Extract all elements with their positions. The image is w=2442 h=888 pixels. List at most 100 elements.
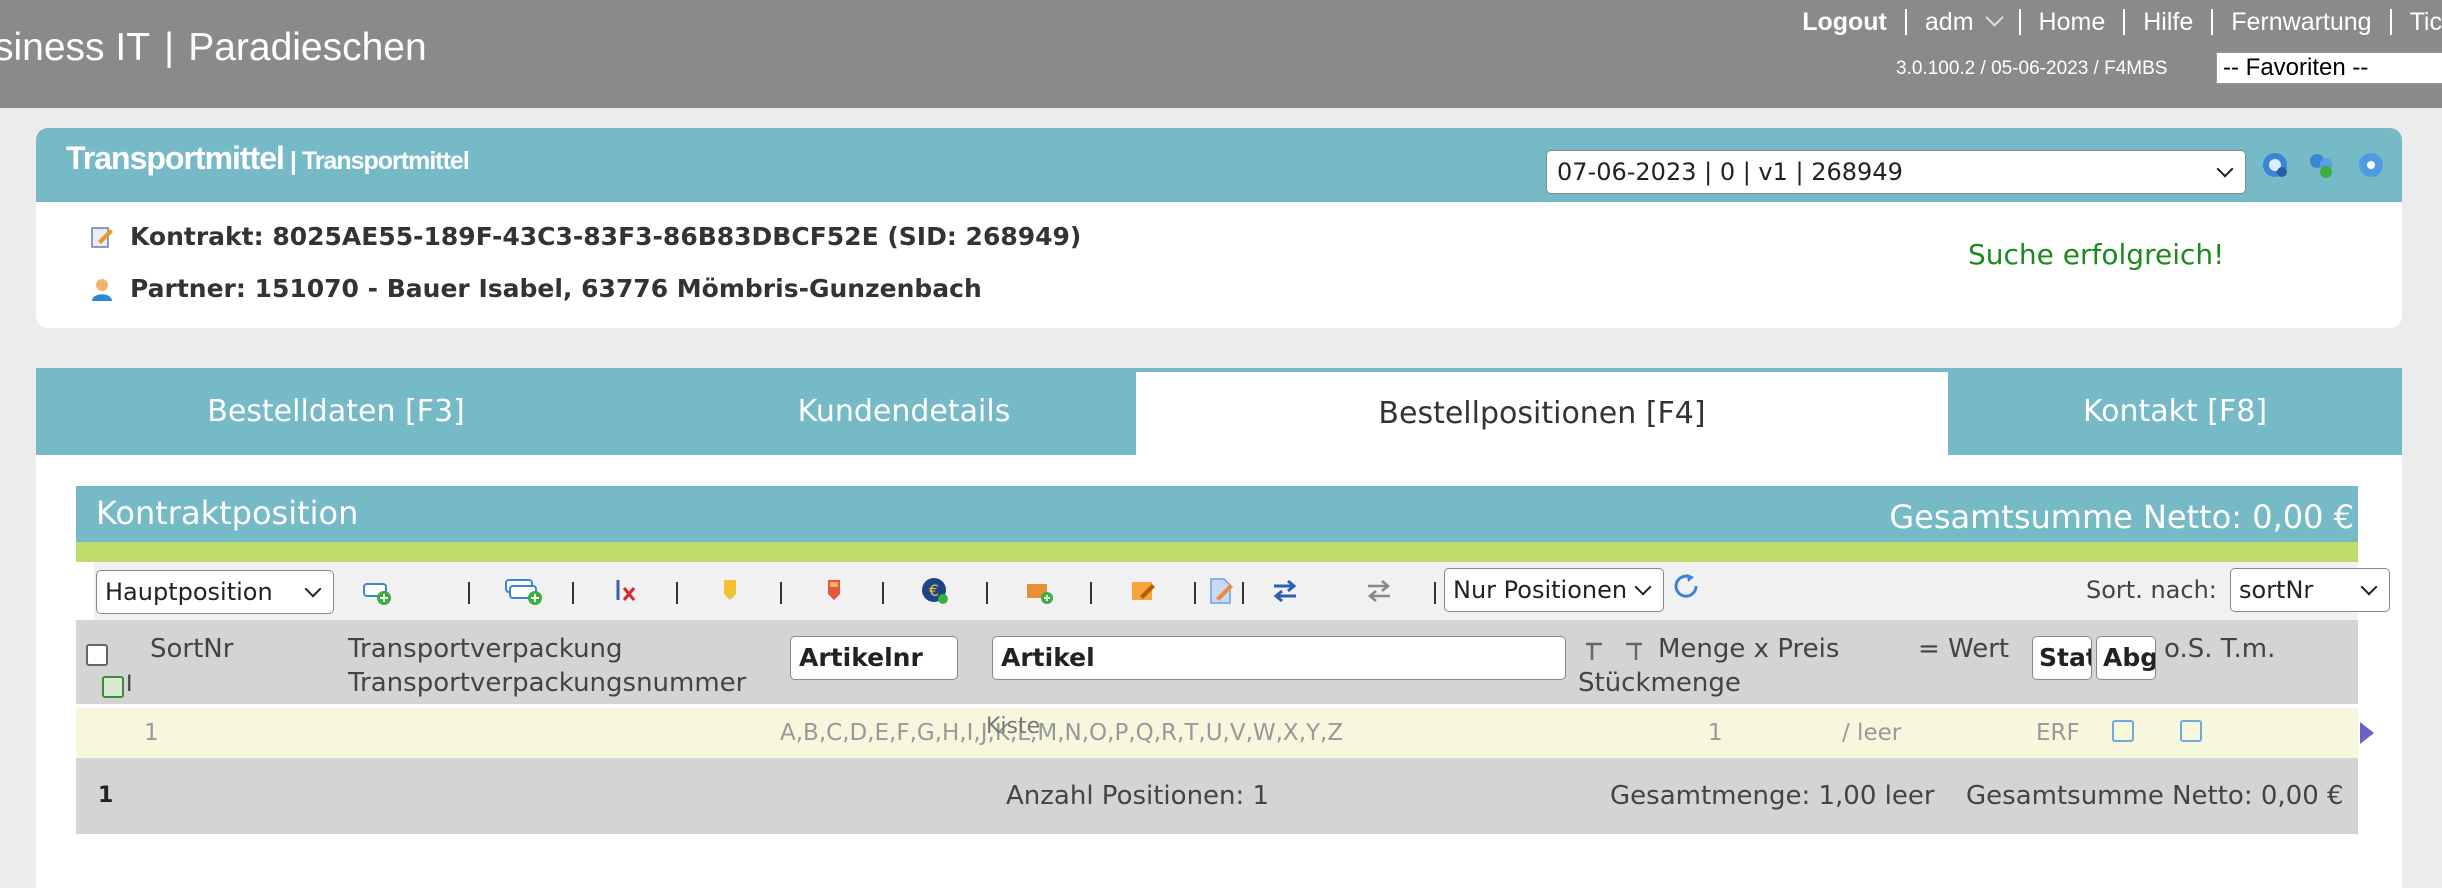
row-flag: I <box>126 672 133 697</box>
user-menu[interactable]: adm <box>1907 8 2019 37</box>
row-checkbox-os[interactable] <box>2112 720 2134 742</box>
swap-arrows-icon[interactable] <box>1270 576 1300 606</box>
filter-select[interactable]: Nur Positionen <box>1444 568 1664 612</box>
expand-row-icon[interactable] <box>2360 722 2374 744</box>
toolbar-divider <box>1242 582 1244 604</box>
disc-icon[interactable] <box>2356 150 2386 180</box>
abg-filter-input[interactable]: Abg <box>2096 636 2156 680</box>
add-position-icon[interactable] <box>362 576 392 606</box>
add-multiple-positions-icon[interactable] <box>504 576 544 606</box>
tag-yellow-icon[interactable] <box>716 576 746 606</box>
user-name: adm <box>1924 7 1974 36</box>
refresh-icon[interactable] <box>1672 572 1702 602</box>
help-link[interactable]: Hilfe <box>2125 8 2211 37</box>
home-link[interactable]: Home <box>2021 8 2124 37</box>
row-status: ERF <box>2036 720 2080 746</box>
panel-header: Kontraktposition Gesamtsumme Netto: 0,00… <box>76 486 2358 542</box>
article-filter-input[interactable]: Artikel <box>992 636 1566 680</box>
table-header: I SortNr Transportverpackung Transportve… <box>76 620 2358 704</box>
filter-select-value: Nur Positionen <box>1453 576 1628 604</box>
version-select-value: 07-06-2023 | 0 | v1 | 268949 <box>1557 158 1903 186</box>
tab-kundendetails[interactable]: Kundendetails <box>636 368 1172 455</box>
box-add-icon[interactable] <box>1024 576 1054 606</box>
sort-label: Sort. nach: <box>2086 576 2217 604</box>
page-title-separator: | <box>283 147 302 175</box>
contract-id: Kontrakt: 8025AE55-189F-43C3-83F3-86B83D… <box>130 222 1082 251</box>
brand-right: Paradieschen <box>188 26 427 69</box>
price-euro-icon[interactable]: € <box>920 576 950 606</box>
row-checkbox-tm[interactable] <box>2180 720 2202 742</box>
toolbar-divider <box>468 582 470 604</box>
table-row[interactable]: 1 A,B,C,D,E,F,G,H,I,J,K,L,M,N,O,P,Q,R,T,… <box>76 708 2374 758</box>
toolbar: Hauptposition € Nur Positionen Sort. nac… <box>94 562 2390 622</box>
position-type-value: Hauptposition <box>105 578 273 606</box>
refresh-search-icon[interactable] <box>2260 150 2290 180</box>
col-sortnr[interactable]: SortNr <box>150 634 233 664</box>
person-icon <box>92 278 112 301</box>
brand-left: siness IT <box>0 26 151 69</box>
tab-bestellpositionen[interactable]: Bestellpositionen [F4] <box>1136 372 1948 455</box>
status-filter-input[interactable]: Stat <box>2032 636 2092 680</box>
footer-positions: Anzahl Positionen: 1 <box>1006 781 1270 811</box>
page-title: Transportmittel | Transportmittel <box>66 140 470 177</box>
table-footer: 1 Anzahl Positionen: 1 Gesamtmenge: 1,00… <box>76 758 2358 834</box>
settings-check-icon[interactable] <box>2306 150 2336 180</box>
tickets-link[interactable]: Tic <box>2392 8 2442 37</box>
toolbar-divider <box>882 582 884 604</box>
tab-kontakt[interactable]: Kontakt [F8] <box>1948 368 2402 455</box>
tab-content: Bestelldaten [F3] Kundendetails Bestellp… <box>36 368 2402 888</box>
article-number-filter-input[interactable]: Artikelnr <box>790 636 958 680</box>
page-title-main: Transportmittel <box>66 140 285 176</box>
chevron-down-icon <box>1984 7 2004 27</box>
position-type-select[interactable]: Hauptposition <box>96 570 334 614</box>
green-bar <box>76 542 2358 562</box>
contract-card-header: Transportmittel | Transportmittel 07-06-… <box>36 128 2402 202</box>
toolbar-divider <box>986 582 988 604</box>
favorites-select[interactable]: -- Favoriten -- <box>2216 52 2442 84</box>
sort-descending-icon[interactable] <box>1622 640 1646 664</box>
row-qty: 1 <box>1708 720 1723 746</box>
tab-bestelldaten[interactable]: Bestelldaten [F3] <box>36 368 636 455</box>
toolbar-divider <box>572 582 574 604</box>
top-nav: Logout adm Home Hilfe Fernwartung Tic <box>1784 6 2442 38</box>
toolbar-divider <box>1090 582 1092 604</box>
page-title-sub: Transportmittel <box>301 147 470 175</box>
svg-text:€: € <box>929 581 939 600</box>
chevron-down-icon <box>2360 578 2378 596</box>
footer-total-qty: Gesamtmenge: 1,00 leer <box>1610 781 1935 811</box>
swap-arrows-disabled-icon <box>1368 580 1390 602</box>
sort-select-value: sortNr <box>2239 576 2314 604</box>
remote-support-link[interactable]: Fernwartung <box>2213 8 2389 37</box>
toolbar-divider <box>1434 582 1436 604</box>
col-piece-qty: Stückmenge <box>1578 668 1741 698</box>
tag-red-icon[interactable] <box>820 576 850 606</box>
row-sortnr: 1 <box>144 720 159 746</box>
footer-total-net: Gesamtsumme Netto: 0,00 € <box>1966 781 2344 811</box>
logout-link[interactable]: Logout <box>1784 8 1905 37</box>
panel-total: Gesamtsumme Netto: 0,00 € <box>1889 498 2354 536</box>
select-all-checkbox[interactable] <box>86 644 108 666</box>
chevron-down-icon <box>304 580 322 598</box>
partner-name: Partner: 151070 - Bauer Isabel, 63776 Mö… <box>130 274 982 303</box>
tab-bar: Bestelldaten [F3] Kundendetails Bestellp… <box>36 368 2402 455</box>
footer-count: 1 <box>98 783 114 808</box>
checked-checkbox-icon[interactable] <box>102 676 124 698</box>
col-os-tm: o.S. T.m. <box>2164 634 2276 664</box>
top-bar: siness IT | Paradieschen Logout adm Home H… <box>0 0 2442 108</box>
delete-position-icon[interactable] <box>612 576 642 606</box>
row-alphabet: A,B,C,D,E,F,G,H,I,J,K,L,M,N,O,P,Q,R,T,U,… <box>780 720 1344 746</box>
col-packaging: Transportverpackung <box>348 634 623 664</box>
row-article: Kiste <box>986 714 1041 739</box>
chevron-down-icon <box>2216 160 2234 178</box>
note-edit-icon[interactable] <box>1128 576 1158 606</box>
document-edit-icon[interactable] <box>1206 576 1236 606</box>
col-qty-price: Menge x Preis <box>1658 634 1840 664</box>
brand-separator: | <box>164 26 175 69</box>
contract-info: Kontrakt: 8025AE55-189F-43C3-83F3-86B83D… <box>90 222 1081 251</box>
toolbar-divider <box>676 582 678 604</box>
sort-select[interactable]: sortNr <box>2230 568 2390 612</box>
version-info: 3.0.100.2 / 05-06-2023 / F4MBS <box>1896 58 2168 79</box>
panel-title: Kontraktposition <box>96 494 359 532</box>
version-select[interactable]: 07-06-2023 | 0 | v1 | 268949 <box>1546 150 2246 194</box>
sort-ascending-icon[interactable] <box>1582 640 1606 664</box>
